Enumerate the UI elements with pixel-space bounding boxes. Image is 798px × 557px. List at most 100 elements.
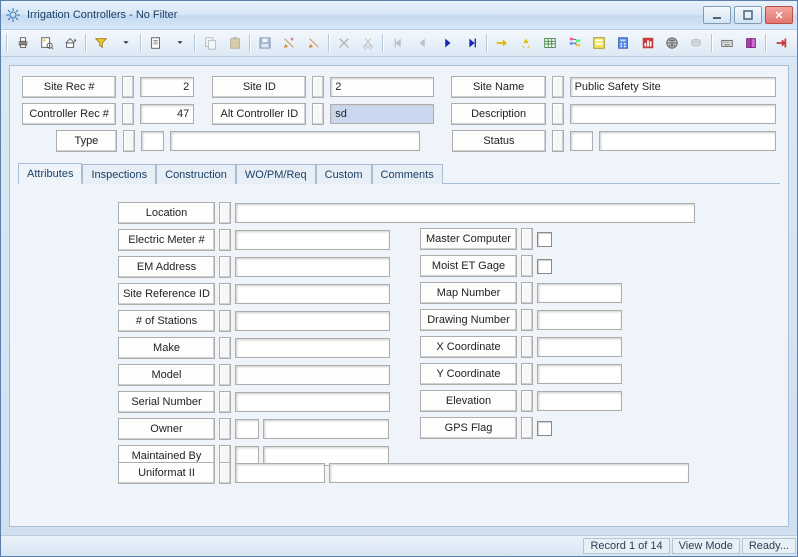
tab-attributes[interactable]: Attributes <box>18 163 82 184</box>
lock-icon[interactable] <box>521 336 533 358</box>
exit-button[interactable] <box>770 31 793 55</box>
close-button[interactable] <box>765 6 793 24</box>
status-code-field[interactable] <box>570 131 594 151</box>
lock-icon[interactable] <box>552 76 564 98</box>
lock-icon[interactable] <box>521 363 533 385</box>
next-record-button[interactable] <box>436 31 459 55</box>
lock-icon[interactable] <box>521 417 533 439</box>
lock-icon[interactable] <box>521 255 533 277</box>
owner-desc-field[interactable] <box>263 419 389 439</box>
lock-icon[interactable] <box>219 229 231 251</box>
prev-record-button[interactable] <box>411 31 434 55</box>
lock-icon[interactable] <box>219 256 231 278</box>
refresh-button[interactable] <box>514 31 537 55</box>
calc-button[interactable] <box>612 31 635 55</box>
lock-icon[interactable] <box>123 130 135 152</box>
delete-button[interactable] <box>332 31 355 55</box>
chart-button[interactable] <box>636 31 659 55</box>
lock-icon[interactable] <box>219 283 231 305</box>
titlebar[interactable]: Irrigation Controllers - No Filter <box>1 1 797 30</box>
grid-button[interactable] <box>539 31 562 55</box>
lock-icon[interactable] <box>122 76 134 98</box>
status-desc-field[interactable] <box>599 131 776 151</box>
model-field[interactable] <box>235 365 390 385</box>
lock-icon[interactable] <box>312 103 324 125</box>
save-button[interactable] <box>253 31 276 55</box>
em-address-label: EM Address <box>118 256 215 278</box>
x-coordinate-field[interactable] <box>537 337 622 357</box>
em-address-field[interactable] <box>235 257 390 277</box>
keyboard-button[interactable] <box>715 31 738 55</box>
type-code-field[interactable] <box>141 131 165 151</box>
last-record-button[interactable] <box>460 31 483 55</box>
num-stations-field[interactable] <box>235 311 390 331</box>
electric-meter-field[interactable] <box>235 230 390 250</box>
uniformat-desc-field[interactable] <box>329 463 689 483</box>
lock-icon[interactable] <box>219 364 231 386</box>
lock-icon[interactable] <box>312 76 324 98</box>
num-stations-label: # of Stations <box>118 310 215 332</box>
location-field[interactable] <box>235 203 695 223</box>
serial-field[interactable] <box>235 392 390 412</box>
lock-icon[interactable] <box>521 390 533 412</box>
filter-button[interactable] <box>90 31 113 55</box>
controller-rec-no-field[interactable]: 47 <box>140 104 194 124</box>
lock-icon[interactable] <box>521 228 533 250</box>
lock-icon[interactable] <box>122 103 134 125</box>
minimize-button[interactable] <box>703 6 731 24</box>
print-preview-button[interactable] <box>35 31 58 55</box>
filter-dropdown-button[interactable] <box>114 31 137 55</box>
first-record-button[interactable] <box>387 31 410 55</box>
description-field[interactable] <box>570 104 776 124</box>
master-computer-checkbox[interactable] <box>537 232 552 247</box>
edit-button[interactable] <box>302 31 325 55</box>
tab-comments[interactable]: Comments <box>372 164 443 184</box>
tree-button[interactable] <box>563 31 586 55</box>
print-button[interactable] <box>11 31 34 55</box>
globe-button[interactable] <box>660 31 683 55</box>
make-field[interactable] <box>235 338 390 358</box>
lock-icon[interactable] <box>521 309 533 331</box>
home-dropdown-button[interactable] <box>60 31 83 55</box>
form-button[interactable] <box>587 31 610 55</box>
elevation-field[interactable] <box>537 391 622 411</box>
owner-code-field[interactable] <box>235 419 259 439</box>
drawing-number-field[interactable] <box>537 310 622 330</box>
moist-et-gage-checkbox[interactable] <box>537 259 552 274</box>
gps-flag-checkbox[interactable] <box>537 421 552 436</box>
document-button[interactable] <box>144 31 167 55</box>
lock-icon[interactable] <box>219 391 231 413</box>
copy-button[interactable] <box>199 31 222 55</box>
map-number-field[interactable] <box>537 283 622 303</box>
y-coordinate-label: Y Coordinate <box>420 363 517 385</box>
paste-button[interactable] <box>223 31 246 55</box>
lock-icon[interactable] <box>552 103 564 125</box>
tab-custom[interactable]: Custom <box>316 164 372 184</box>
tab-construction[interactable]: Construction <box>156 164 236 184</box>
lock-icon[interactable] <box>219 418 231 440</box>
type-desc-field[interactable] <box>170 131 420 151</box>
y-coordinate-field[interactable] <box>537 364 622 384</box>
lock-icon[interactable] <box>219 310 231 332</box>
book-button[interactable] <box>739 31 762 55</box>
site-ref-id-field[interactable] <box>235 284 390 304</box>
lock-icon[interactable] <box>521 282 533 304</box>
lock-icon[interactable] <box>219 462 231 484</box>
tab-wo-pm-req[interactable]: WO/PM/Req <box>236 164 316 184</box>
lock-icon[interactable] <box>219 202 231 224</box>
layers-button[interactable] <box>685 31 708 55</box>
uniformat-code-field[interactable] <box>235 463 325 483</box>
undo-button[interactable] <box>278 31 301 55</box>
lock-icon[interactable] <box>552 130 564 152</box>
lock-icon[interactable] <box>219 337 231 359</box>
document-dropdown-button[interactable] <box>169 31 192 55</box>
site-name-field[interactable]: Public Safety Site <box>570 77 776 97</box>
app-icon <box>5 7 21 23</box>
alt-controller-id-field[interactable]: sd <box>330 104 433 124</box>
goto-button[interactable] <box>490 31 513 55</box>
cut-button[interactable] <box>357 31 380 55</box>
maximize-button[interactable] <box>734 6 762 24</box>
site-id-field[interactable]: 2 <box>330 77 433 97</box>
site-rec-no-field[interactable]: 2 <box>140 77 194 97</box>
tab-inspections[interactable]: Inspections <box>82 164 156 184</box>
